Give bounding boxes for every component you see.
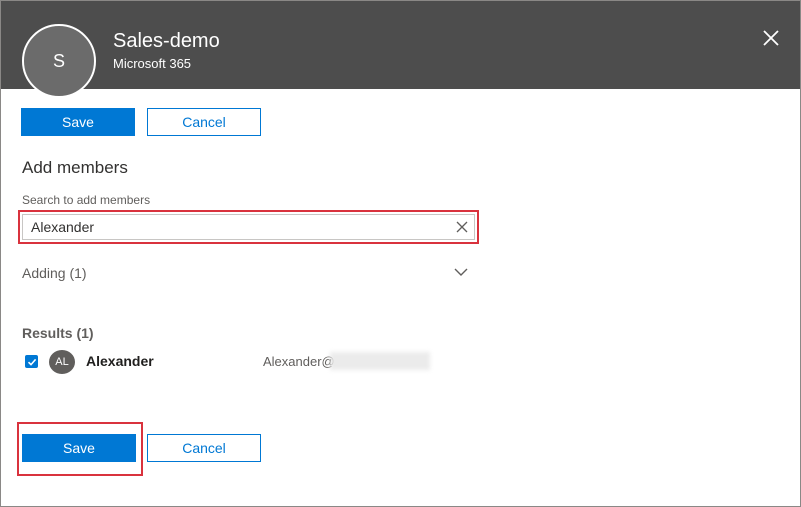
email-redaction xyxy=(330,352,430,370)
cancel-button-label: Cancel xyxy=(182,440,226,456)
save-button-top[interactable]: Save xyxy=(21,108,135,136)
save-button[interactable]: Save xyxy=(22,434,136,462)
group-avatar-initial: S xyxy=(52,50,65,71)
search-label: Search to add members xyxy=(22,193,151,207)
result-row: AL Alexander Alexander@ xyxy=(22,349,452,375)
member-email: Alexander@ xyxy=(263,354,335,369)
adding-label: Adding (1) xyxy=(22,265,87,281)
group-type: Microsoft 365 xyxy=(113,56,192,71)
member-initials: AL xyxy=(55,356,69,368)
checkmark-icon xyxy=(27,358,36,366)
search-input[interactable] xyxy=(31,218,431,236)
add-members-panel: S Sales-demo Microsoft 365 Save Cancel A… xyxy=(0,0,801,507)
cancel-button[interactable]: Cancel xyxy=(147,434,261,462)
clear-icon xyxy=(456,221,468,233)
member-name: Alexander xyxy=(86,353,154,369)
save-button-label: Save xyxy=(63,440,95,456)
panel-header: S Sales-demo Microsoft 365 xyxy=(1,1,800,98)
chevron-down-icon xyxy=(454,268,468,276)
close-button[interactable] xyxy=(758,25,784,51)
search-field xyxy=(22,214,475,240)
cancel-button-top-label: Cancel xyxy=(182,114,226,130)
adding-expander[interactable]: Adding (1) xyxy=(22,263,470,283)
member-checkbox[interactable] xyxy=(25,355,38,368)
member-avatar: AL xyxy=(49,350,75,374)
results-label: Results (1) xyxy=(22,325,94,341)
close-icon xyxy=(763,30,779,46)
section-title: Add members xyxy=(22,158,128,177)
clear-search-button[interactable] xyxy=(455,220,469,234)
cancel-button-top[interactable]: Cancel xyxy=(147,108,261,136)
group-avatar: S xyxy=(22,24,96,98)
group-name: Sales-demo xyxy=(113,30,220,52)
save-button-top-label: Save xyxy=(62,114,94,130)
